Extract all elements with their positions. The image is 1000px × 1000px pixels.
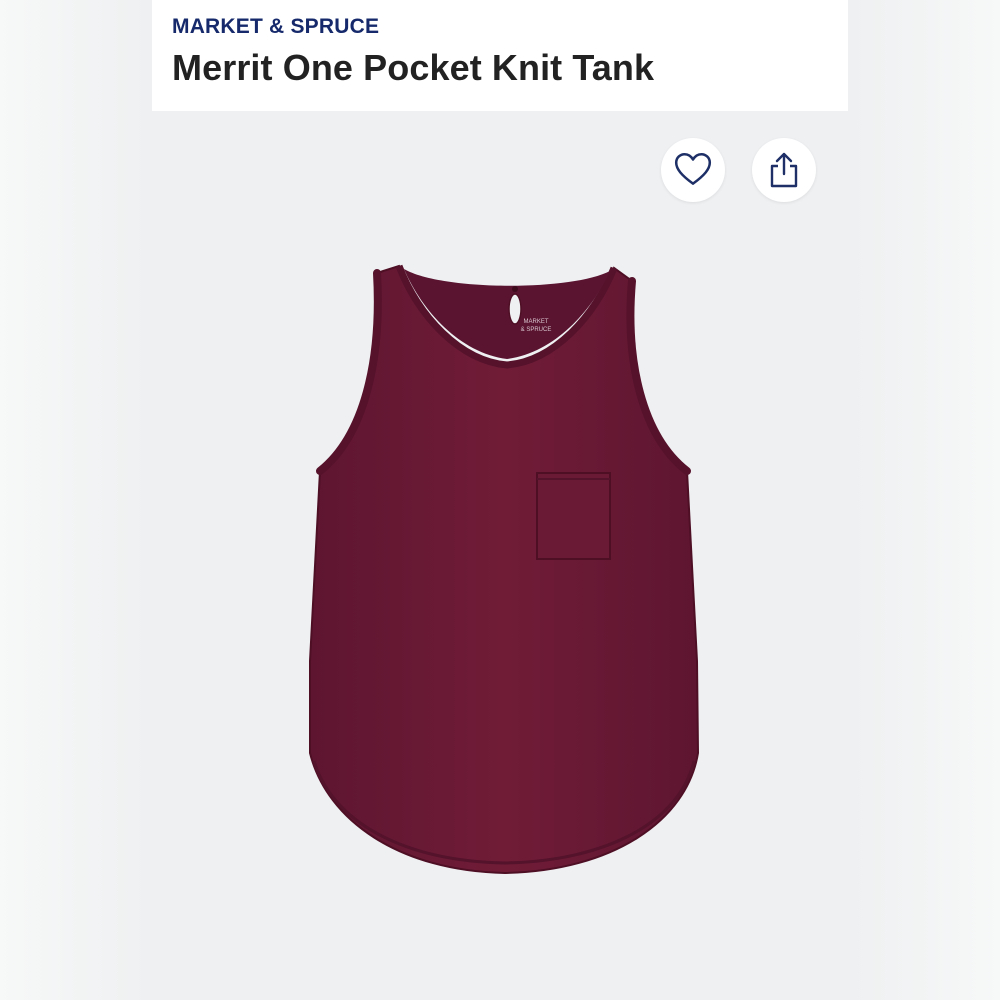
keyhole-button <box>512 286 518 292</box>
brand-name[interactable]: MARKET & SPRUCE <box>172 15 379 39</box>
favorite-button[interactable] <box>661 138 725 202</box>
share-icon <box>770 152 798 188</box>
right-margin <box>848 0 1000 1000</box>
label-line2: & SPRUCE <box>521 327 552 333</box>
keyhole <box>508 293 522 325</box>
product-title: Merrit One Pocket Knit Tank <box>172 47 655 88</box>
product-card: MARKET & SPRUCE Merrit One Pocket Knit T… <box>152 0 848 1000</box>
share-button[interactable] <box>752 138 816 202</box>
heart-icon <box>674 152 712 185</box>
product-header: MARKET & SPRUCE Merrit One Pocket Knit T… <box>152 0 848 111</box>
product-image[interactable]: MARKET & SPRUCE <box>152 111 848 1000</box>
chest-pocket <box>536 472 611 560</box>
left-margin <box>0 0 152 1000</box>
tank-top-illustration: MARKET & SPRUCE <box>309 264 700 875</box>
label-line1: MARKET <box>523 319 548 325</box>
